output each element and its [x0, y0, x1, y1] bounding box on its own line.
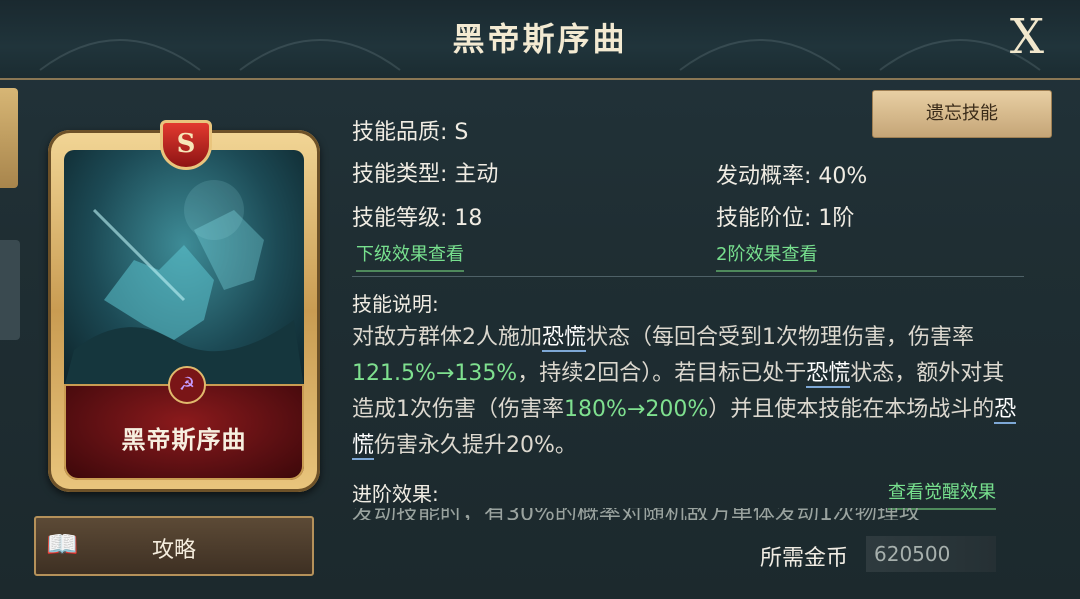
- skill-quality: 技能品质: S: [352, 120, 469, 145]
- tier2-effect-link[interactable]: 2阶效果查看: [716, 240, 818, 272]
- skill-card-artwork: [64, 150, 304, 388]
- forget-skill-button[interactable]: 遗忘技能: [872, 90, 1052, 138]
- skill-description: 对敌方群体2人施加恐慌状态（每回合受到1次物理伤害，伤害率121.5%→135%…: [352, 320, 1022, 464]
- side-tab[interactable]: [0, 240, 20, 340]
- damage-rate-value: 180%→200%: [564, 397, 709, 422]
- divider: [352, 276, 1024, 277]
- description-title: 技能说明:: [352, 292, 439, 316]
- skill-tier: 技能阶位: 1阶: [716, 206, 855, 231]
- lower-effect-link[interactable]: 下级效果查看: [356, 240, 464, 272]
- keyword-panic[interactable]: 恐慌: [806, 361, 851, 388]
- awakening-effect-link[interactable]: 查看觉醒效果: [888, 478, 996, 510]
- gold-cost-label: 所需金币: [760, 546, 849, 571]
- keyword-panic[interactable]: 恐慌: [542, 325, 587, 352]
- desc-text: 对敌方群体2人施加: [352, 325, 542, 350]
- gold-cost-value: 620500: [874, 542, 951, 566]
- advance-text-clipped: 发动技能时，有30%的概率对随机敌方单体发动1次物理攻: [352, 508, 1022, 520]
- desc-text: 伤害永久提升20%。: [374, 433, 577, 458]
- damage-rate-value: 121.5%→135%: [352, 361, 518, 386]
- trigger-chance: 发动概率: 40%: [716, 164, 868, 189]
- faction-emblem-icon: ☭: [168, 366, 206, 404]
- skill-card-name: 黑帝斯序曲: [121, 426, 247, 454]
- page-title: 黑帝斯序曲: [452, 20, 628, 58]
- guide-button-label: 攻略: [151, 538, 196, 563]
- advance-title: 进阶效果:: [352, 482, 439, 506]
- skill-level: 技能等级: 18: [352, 206, 483, 231]
- advance-text: 发动技能时，有30%的概率对随机敌方单体发动1次物理攻: [352, 508, 921, 520]
- desc-text: 状态（每回合受到1次物理伤害，伤害率: [586, 325, 975, 350]
- desc-text: ）并且使本技能在本场战斗的: [708, 397, 995, 422]
- desc-text: ，持续2回合）。若目标已处于: [517, 361, 807, 386]
- grade-badge: S: [160, 120, 212, 170]
- spectral-cavalry-art: [64, 180, 304, 388]
- skill-type: 技能类型: 主动: [352, 162, 499, 187]
- guide-button[interactable]: 📖 攻略: [34, 516, 314, 576]
- side-tab-active[interactable]: [0, 88, 18, 188]
- close-button[interactable]: X: [1000, 10, 1054, 64]
